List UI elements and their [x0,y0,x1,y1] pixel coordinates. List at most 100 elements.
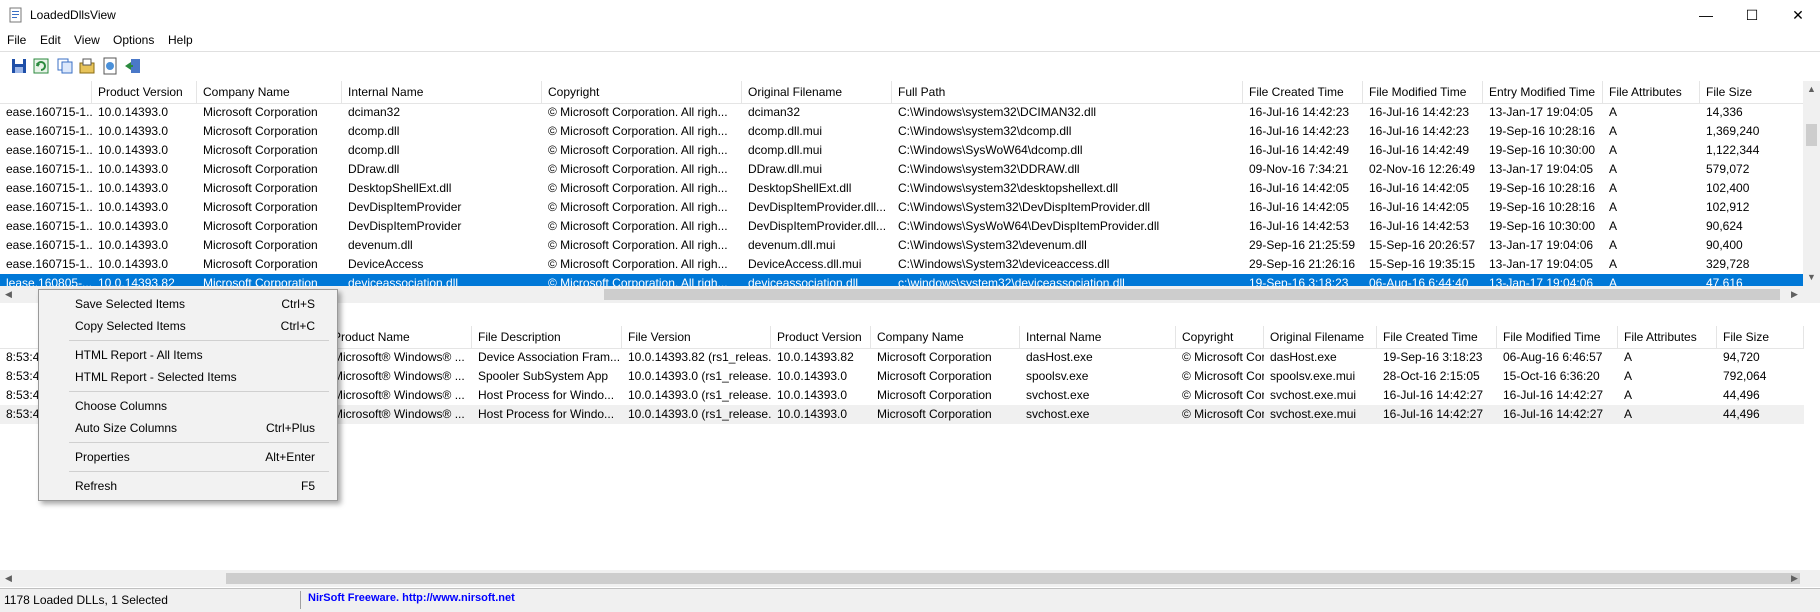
properties-icon[interactable] [78,57,96,75]
table-cell: C:\Windows\System32\deviceaccess.dll [898,257,1110,271]
column-header[interactable]: Internal Name [342,81,542,103]
table-row[interactable]: ease.160715-1... 10.0.14393.0 Microsoft Co… [0,179,1804,198]
column-header[interactable]: File Created Time [1243,81,1363,103]
column-header[interactable]: Full Path [892,81,1243,103]
table-cell: 10.0.14393.0 (rs1_release... [628,369,771,383]
table-cell: 28-Oct-16 2:15:05 [1383,369,1480,383]
table-cell: A [1609,219,1618,233]
column-header[interactable]: Original Filename [1264,326,1377,348]
table-cell: 06-Aug-16 6:46:57 [1503,350,1603,364]
table-cell: © Microsoft Corporation. All righ... [548,105,728,119]
table-cell: 329,728 [1706,257,1750,271]
table-cell: C:\Windows\system32\DCIMAN32.dll [898,105,1097,119]
table-cell: Device Association Fram... [478,350,621,364]
exit-icon[interactable] [124,57,142,75]
column-header[interactable]: Company Name [197,81,342,103]
refresh-icon[interactable] [32,57,50,75]
table-cell: Spooler SubSystem App [478,369,609,383]
table-cell: dasHost.exe [1270,350,1337,364]
table-row[interactable]: ease.160715-1... 10.0.14393.0 Microsoft Co… [0,255,1804,274]
menu-help[interactable]: Help [168,33,193,47]
dll-list-vertical-scrollbar[interactable]: ▲ ▼ [1803,81,1820,286]
close-button[interactable]: ✕ [1775,0,1820,30]
table-cell: 29-Sep-16 21:26:16 [1249,257,1356,271]
table-row[interactable]: ease.160715-1... 10.0.14393.0 Microsoft Co… [0,236,1804,255]
column-header[interactable]: File Size [1700,81,1804,103]
column-header[interactable]: File Created Time [1377,326,1497,348]
context-menu-item[interactable]: Choose Columns [41,395,335,417]
menu-options[interactable]: Options [113,33,154,47]
context-menu-item[interactable]: Properties Alt+Enter [41,446,335,468]
column-header[interactable]: Entry Modified Time [1483,81,1603,103]
menu-edit[interactable]: Edit [40,33,61,47]
scroll-thumb[interactable] [1806,124,1817,146]
table-row[interactable]: ease.160715-1... 10.0.14393.0 Microsoft Co… [0,122,1804,141]
scroll-down-arrow-icon[interactable]: ▼ [1803,269,1820,286]
scroll-thumb[interactable] [604,289,1780,300]
table-cell: 10.0.14393.0 [98,200,169,214]
table-cell: A [1609,124,1618,138]
column-header[interactable]: File Description [472,326,622,348]
menu-view[interactable]: View [74,33,100,47]
table-cell: 579,072 [1706,162,1750,176]
context-menu: Save Selected Items Ctrl+S Copy Selected I… [38,289,338,501]
table-row[interactable]: ease.160715-1... 10.0.14393.0 Microsoft Co… [0,160,1804,179]
column-header[interactable]: Original Filename [742,81,892,103]
scroll-left-arrow-icon[interactable]: ◀ [0,570,17,587]
scroll-up-arrow-icon[interactable]: ▲ [1803,81,1820,98]
context-menu-item[interactable]: Auto Size Columns Ctrl+Plus [41,417,335,439]
dll-list[interactable]: Product Version Company Name Internal Name… [0,81,1820,304]
column-header[interactable]: File Attributes [1603,81,1700,103]
scroll-right-arrow-icon[interactable]: ▶ [1786,286,1803,303]
table-cell: Microsoft Corporation [203,124,318,138]
column-header[interactable]: File Size [1717,326,1804,348]
process-list-horizontal-scrollbar[interactable]: ◀ ▶ [0,570,1820,587]
table-cell: 13-Jan-17 19:04:05 [1489,105,1594,119]
context-menu-item[interactable]: HTML Report - All Items [41,344,335,366]
column-header[interactable]: File Modified Time [1363,81,1483,103]
column-header[interactable]: File Version [622,326,771,348]
minimize-button[interactable]: — [1683,0,1729,30]
html-report-icon[interactable] [101,57,119,75]
scroll-thumb[interactable] [226,573,1800,584]
column-header-file-version[interactable] [0,81,92,103]
table-row[interactable]: ease.160715-1... 10.0.14393.0 Microsoft Co… [0,217,1804,236]
table-row[interactable]: ease.160715-1... 10.0.14393.0 Microsoft Co… [0,103,1804,122]
context-menu-item[interactable]: Save Selected Items Ctrl+S [41,293,335,315]
copy-icon[interactable] [56,57,74,75]
table-cell: Microsoft Corporation [203,200,318,214]
status-divider [300,591,301,609]
table-cell: 16-Jul-16 14:42:05 [1369,181,1470,195]
maximize-button[interactable]: ☐ [1729,0,1775,30]
column-header[interactable]: Product Version [92,81,197,103]
table-cell: 29-Sep-16 21:25:59 [1249,238,1356,252]
column-header[interactable]: Copyright [542,81,742,103]
table-cell: 10.0.14393.0 [98,238,169,252]
context-menu-item[interactable]: HTML Report - Selected Items [41,366,335,388]
table-row[interactable]: ease.160715-1... 10.0.14393.0 Microsoft Co… [0,141,1804,160]
context-menu-item[interactable]: Refresh F5 [41,475,335,497]
column-header[interactable]: File Modified Time [1497,326,1618,348]
table-cell: Microsoft® Windows® ... [333,407,465,421]
table-cell: Microsoft Corporation [877,369,992,383]
column-header[interactable]: Company Name [871,326,1020,348]
save-icon[interactable] [10,57,28,75]
scroll-right-arrow-icon[interactable]: ▶ [1786,570,1803,587]
column-header[interactable]: Internal Name [1020,326,1176,348]
scroll-left-arrow-icon[interactable]: ◀ [0,286,17,303]
table-cell: A [1609,143,1618,157]
table-cell: 16-Jul-16 14:42:27 [1503,407,1604,421]
table-row[interactable]: ease.160715-1... 10.0.14393.0 Microsoft Co… [0,198,1804,217]
column-header[interactable]: File Attributes [1618,326,1717,348]
menu-file[interactable]: File [7,33,26,47]
table-cell: 14,336 [1706,105,1743,119]
column-header[interactable]: Copyright [1176,326,1264,348]
column-header[interactable]: Product Name [327,326,472,348]
table-cell: DevDispItemProvider [348,219,462,233]
table-cell: ease.160715-1... [6,181,92,195]
table-cell: Microsoft Corporation [203,105,318,119]
context-menu-item[interactable]: Copy Selected Items Ctrl+C [41,315,335,337]
column-header[interactable]: Product Version [771,326,871,348]
nirsoft-link[interactable]: NirSoft Freeware. http://www.nirsoft.net [308,592,515,604]
table-cell: Microsoft Corporation [203,219,318,233]
